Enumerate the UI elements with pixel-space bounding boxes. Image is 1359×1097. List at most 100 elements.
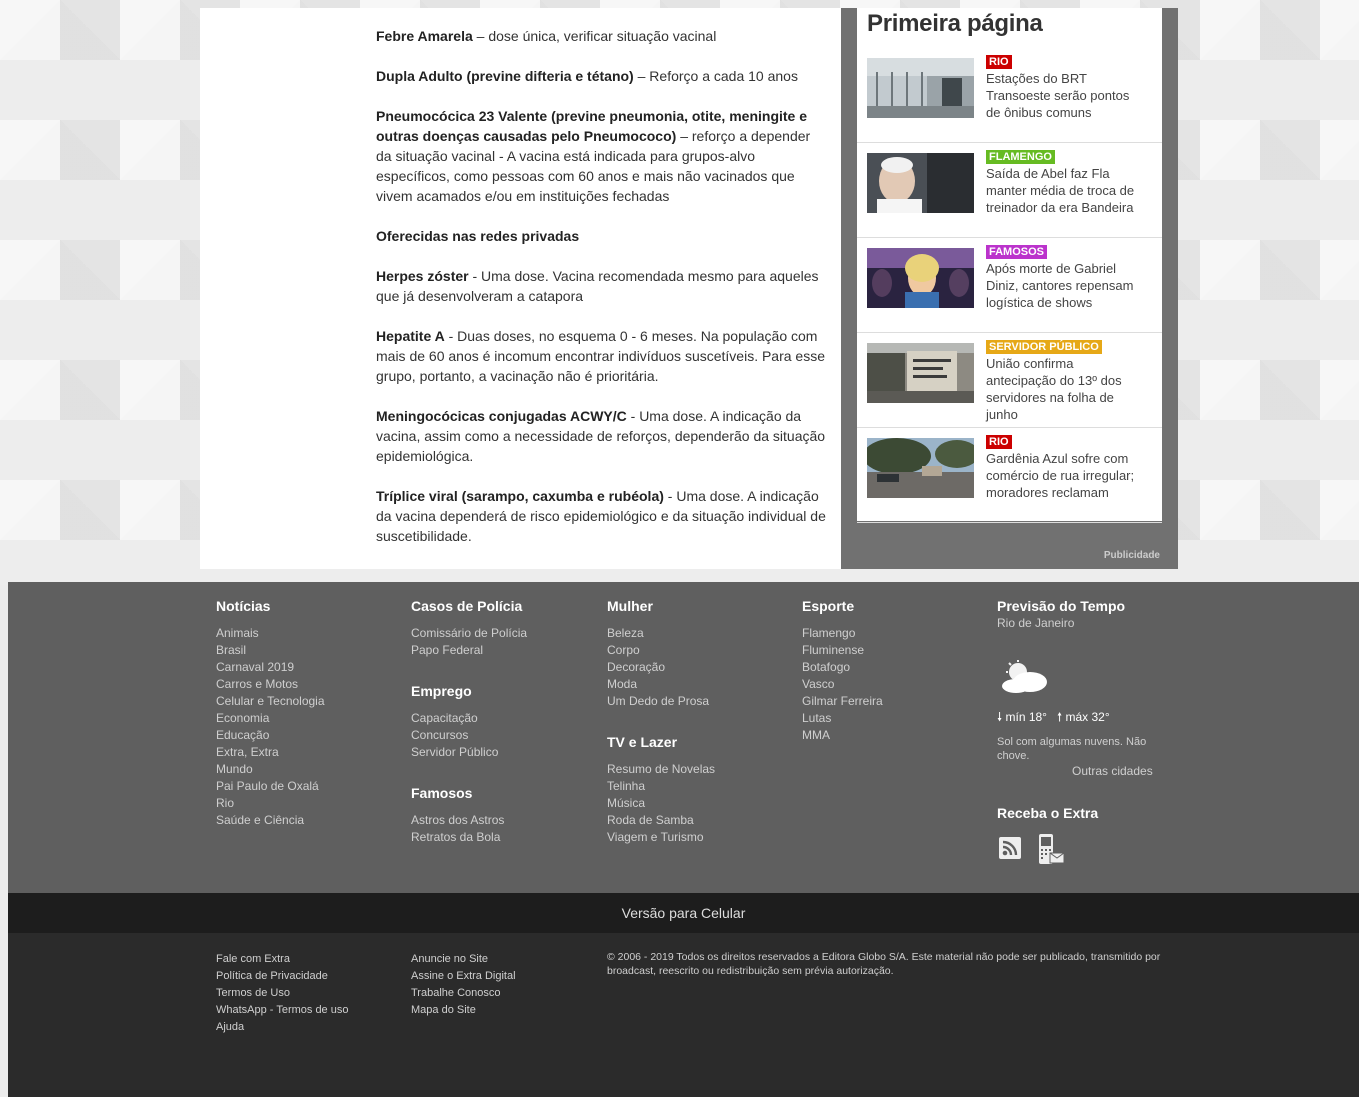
footer-link[interactable]: Gilmar Ferreira (802, 693, 883, 710)
vaccine-name: Meningocócicas conjugadas ACWY/C (376, 408, 627, 424)
vaccine-name: Herpes zóster (376, 268, 469, 284)
arrow-up-icon: 🠕 (1057, 710, 1063, 724)
footer-link[interactable]: Carnaval 2019 (216, 659, 325, 676)
footer-column-esporte: Esporte Flamengo Fluminense Botafogo Vas… (802, 598, 883, 768)
story-tag[interactable]: RIO (986, 435, 1012, 449)
story-tag[interactable]: SERVIDOR PÚBLICO (986, 340, 1102, 354)
other-cities-link[interactable]: Outras cidades (1072, 763, 1153, 780)
mobile-version-bar[interactable]: Versão para Celular (8, 893, 1359, 933)
footer-link[interactable]: Botafogo (802, 659, 883, 676)
footer-bottom-link[interactable]: Trabalhe Conosco (411, 985, 516, 1002)
footer-link[interactable]: Viagem e Turismo (607, 829, 715, 846)
sidebar-title: Primeira página (867, 10, 1043, 37)
footer-link[interactable]: Celular e Tecnologia (216, 693, 325, 710)
footer-link[interactable]: Música (607, 795, 715, 812)
footer-link[interactable]: Extra, Extra (216, 744, 325, 761)
article-paragraph: Meningocócicas conjugadas ACWY/C - Uma d… (376, 406, 826, 466)
footer-link[interactable]: Beleza (607, 625, 715, 642)
footer-link[interactable]: Lutas (802, 710, 883, 727)
footer-link[interactable]: Animais (216, 625, 325, 642)
footer-link[interactable]: Flamengo (802, 625, 883, 642)
footer-link[interactable]: Capacitação (411, 710, 527, 727)
footer-link[interactable]: Vasco (802, 676, 883, 693)
footer-link[interactable]: Servidor Público (411, 744, 527, 761)
footer-bottom-link[interactable]: Anuncie no Site (411, 951, 516, 968)
footer-section-title[interactable]: Mulher (607, 598, 715, 614)
article-paragraph: Tríplice viral (sarampo, caxumba e rubéo… (376, 486, 826, 546)
footer-section-title[interactable]: Esporte (802, 598, 883, 614)
vaccine-name: Hepatite A (376, 328, 445, 344)
footer-link[interactable]: Moda (607, 676, 715, 693)
singer-photo[interactable] (867, 248, 974, 308)
footer-bottom-link[interactable]: WhatsApp - Termos de uso (216, 1002, 348, 1019)
footer-column-noticias: Notícias Animais Brasil Carnaval 2019 Ca… (216, 598, 325, 853)
story-headline[interactable]: Estações do BRT Transoeste serão pontos … (986, 70, 1146, 121)
footer-link[interactable]: Retratos da Bola (411, 829, 527, 846)
story-tag[interactable]: FAMOSOS (986, 245, 1048, 259)
footer-section-title[interactable]: Famosos (411, 785, 527, 801)
footer-link[interactable]: Papo Federal (411, 642, 527, 659)
weather-description: Sol com algumas nuvens. Não chove. (997, 736, 1147, 762)
rss-icon[interactable] (999, 837, 1021, 859)
footer-bottom-link[interactable]: Fale com Extra (216, 951, 348, 968)
site-footer: Notícias Animais Brasil Carnaval 2019 Ca… (8, 582, 1359, 893)
story-tag[interactable]: FLAMENGO (986, 150, 1055, 164)
partly-cloudy-icon (1002, 660, 1047, 693)
footer-link[interactable]: Brasil (216, 642, 325, 659)
story-item[interactable]: RIO Estações do BRT Transoeste serão pon… (857, 48, 1162, 143)
footer-link[interactable]: Saúde e Ciência (216, 812, 325, 829)
footer-link[interactable]: Comissário de Polícia (411, 625, 527, 642)
footer-bottom-links-1: Fale com Extra Política de Privacidade T… (216, 951, 348, 1036)
footer-bottom-link[interactable]: Ajuda (216, 1019, 348, 1036)
footer-bottom-link[interactable]: Assine o Extra Digital (411, 968, 516, 985)
footer-bottom-link[interactable]: Política de Privacidade (216, 968, 348, 985)
footer-link[interactable]: Decoração (607, 659, 715, 676)
footer-link[interactable]: Mundo (216, 761, 325, 778)
story-headline[interactable]: Após morte de Gabriel Diniz, cantores re… (986, 260, 1146, 311)
footer-link[interactable]: Corpo (607, 642, 715, 659)
vaccine-name: Tríplice viral (sarampo, caxumba e rubéo… (376, 488, 664, 504)
footer-link[interactable]: Concursos (411, 727, 527, 744)
temp-max: máx 32° (1065, 710, 1110, 724)
footer-bottom-link[interactable]: Mapa do Site (411, 1002, 516, 1019)
footer-link[interactable]: Rio (216, 795, 325, 812)
footer-section-title[interactable]: Casos de Polícia (411, 598, 527, 614)
footer-link[interactable]: Resumo de Novelas (607, 761, 715, 778)
footer-link[interactable]: Fluminense (802, 642, 883, 659)
footer-bottom: Fale com Extra Política de Privacidade T… (8, 933, 1359, 1097)
footer-section-title[interactable]: Emprego (411, 683, 527, 699)
footer-link[interactable]: Telinha (607, 778, 715, 795)
weather-title: Previsão do Tempo (997, 598, 1126, 614)
mobile-version-link[interactable]: Versão para Celular (622, 905, 746, 921)
footer-link[interactable]: Economia (216, 710, 325, 727)
coach-photo[interactable] (867, 153, 974, 213)
footer-link[interactable]: Carros e Motos (216, 676, 325, 693)
vaccine-name: Dupla Adulto (previne difteria e tétano) (376, 68, 634, 84)
mobile-sms-icon[interactable] (1037, 834, 1065, 866)
article-paragraph: Hepatite A - Duas doses, no esquema 0 - … (376, 326, 826, 386)
story-headline[interactable]: União confirma antecipação do 13º dos se… (986, 355, 1146, 423)
footer-link[interactable]: Roda de Samba (607, 812, 715, 829)
footer-section-title[interactable]: Notícias (216, 598, 325, 614)
story-headline[interactable]: Gardênia Azul sofre com comércio de rua … (986, 450, 1146, 501)
story-item[interactable]: FAMOSOS Após morte de Gabriel Diniz, can… (857, 238, 1162, 333)
story-item[interactable]: FLAMENGO Saída de Abel faz Fla manter mé… (857, 143, 1162, 238)
street-photo[interactable] (867, 438, 974, 498)
ministry-building-photo[interactable] (867, 343, 974, 403)
article-paragraph: Febre Amarela – dose única, verificar si… (376, 26, 826, 46)
brt-station-photo[interactable] (867, 58, 974, 118)
footer-link[interactable]: Educação (216, 727, 325, 744)
vaccine-name: Febre Amarela (376, 28, 473, 44)
story-item[interactable]: RIO Gardênia Azul sofre com comércio de … (857, 428, 1162, 523)
story-headline[interactable]: Saída de Abel faz Fla manter média de tr… (986, 165, 1146, 216)
article-paragraph: Herpes zóster - Uma dose. Vacina recomen… (376, 266, 826, 306)
footer-link[interactable]: Pai Paulo de Oxalá (216, 778, 325, 795)
footer-link[interactable]: Um Dedo de Prosa (607, 693, 715, 710)
footer-link[interactable]: Astros dos Astros (411, 812, 527, 829)
story-tag[interactable]: RIO (986, 55, 1012, 69)
footer-bottom-link[interactable]: Termos de Uso (216, 985, 348, 1002)
footer-section-title[interactable]: TV e Lazer (607, 734, 715, 750)
vaccine-description: – dose única, verificar situação vacinal (472, 28, 717, 44)
story-item[interactable]: SERVIDOR PÚBLICO União confirma antecipa… (857, 333, 1162, 428)
footer-link[interactable]: MMA (802, 727, 883, 744)
